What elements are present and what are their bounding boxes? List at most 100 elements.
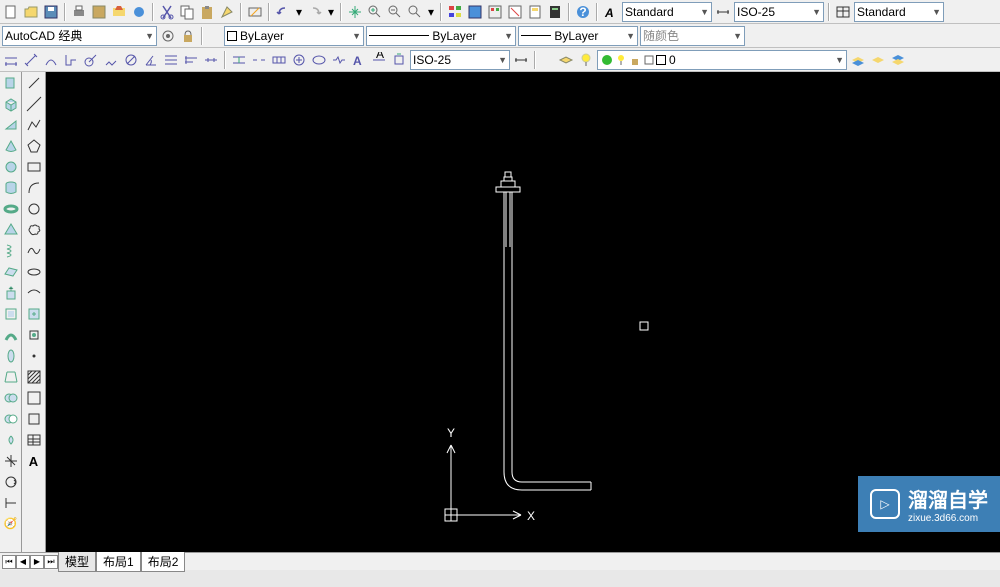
presspull-icon[interactable] xyxy=(2,305,20,323)
polysolid-icon[interactable] xyxy=(2,74,20,92)
helix-icon[interactable] xyxy=(2,242,20,260)
radius-dim-icon[interactable] xyxy=(82,51,100,69)
quickcalc-icon[interactable] xyxy=(526,3,544,21)
revcloud-icon[interactable] xyxy=(25,221,43,239)
workspace-dropdown[interactable]: AutoCAD 经典▼ xyxy=(2,26,157,46)
sphere-icon[interactable] xyxy=(2,158,20,176)
zoom-dropdown[interactable]: ▾ xyxy=(426,3,436,21)
drawing-canvas[interactable]: X Y 👀 ▷ 溜溜自学 zixue.3d66.com xyxy=(46,72,1000,552)
dim-space-icon[interactable] xyxy=(230,51,248,69)
undo-dropdown[interactable]: ▾ xyxy=(294,3,304,21)
line-icon[interactable] xyxy=(25,74,43,92)
publish-icon[interactable] xyxy=(110,3,128,21)
arc-dim-icon[interactable] xyxy=(42,51,60,69)
hatch-icon[interactable] xyxy=(25,368,43,386)
table-icon[interactable] xyxy=(25,431,43,449)
zoom-previous-icon[interactable] xyxy=(406,3,424,21)
tab-next-icon[interactable]: ▶ xyxy=(30,555,44,569)
redo-dropdown[interactable]: ▾ xyxy=(326,3,336,21)
3d-rotate-icon[interactable] xyxy=(2,473,20,491)
help-icon[interactable]: ? xyxy=(574,3,592,21)
layer-color-dropdown[interactable]: ByLayer▼ xyxy=(224,26,364,46)
print-icon[interactable] xyxy=(70,3,88,21)
make-block-icon[interactable] xyxy=(25,326,43,344)
aligned-dim-icon[interactable] xyxy=(22,51,40,69)
loft-icon[interactable] xyxy=(2,368,20,386)
tab-layout1[interactable]: 布局1 xyxy=(96,551,141,572)
center-mark-icon[interactable] xyxy=(290,51,308,69)
zoom-realtime-icon[interactable] xyxy=(366,3,384,21)
xline-icon[interactable] xyxy=(25,95,43,113)
torus-icon[interactable] xyxy=(2,200,20,218)
ellipse-icon[interactable] xyxy=(25,263,43,281)
dimstyle-current-dropdown[interactable]: ISO-25▼ xyxy=(410,50,510,70)
dimstyle-icon[interactable] xyxy=(512,51,530,69)
copy-icon[interactable] xyxy=(178,3,196,21)
tab-layout2[interactable]: 布局2 xyxy=(141,551,186,572)
dim-update-icon[interactable] xyxy=(390,51,408,69)
dim-edit-icon[interactable]: A xyxy=(350,51,368,69)
text-style-dropdown[interactable]: Standard▼ xyxy=(622,2,712,22)
layer-properties-icon[interactable] xyxy=(557,51,575,69)
polyline-icon[interactable] xyxy=(25,116,43,134)
sweep-icon[interactable] xyxy=(2,326,20,344)
rectangle-icon[interactable] xyxy=(25,158,43,176)
ordinate-dim-icon[interactable] xyxy=(62,51,80,69)
layer-states-icon[interactable] xyxy=(889,51,907,69)
dim-style-dropdown[interactable]: ISO-25▼ xyxy=(734,2,824,22)
dim-break-icon[interactable] xyxy=(250,51,268,69)
workspace-lock-icon[interactable] xyxy=(179,27,197,45)
circle-icon[interactable] xyxy=(25,200,43,218)
linetype-dropdown[interactable]: ByLayer▼ xyxy=(366,26,516,46)
plot-preview-icon[interactable] xyxy=(90,3,108,21)
text-style-icon[interactable]: A xyxy=(602,3,620,21)
save-icon[interactable] xyxy=(42,3,60,21)
properties-icon[interactable] xyxy=(446,3,464,21)
sheet-set-icon[interactable] xyxy=(466,3,484,21)
markup-icon[interactable] xyxy=(506,3,524,21)
diameter-dim-icon[interactable] xyxy=(122,51,140,69)
table-style-icon[interactable] xyxy=(834,3,852,21)
intersect-icon[interactable] xyxy=(2,431,20,449)
lineweight-dropdown[interactable]: ByLayer▼ xyxy=(518,26,638,46)
pyramid-icon[interactable] xyxy=(2,221,20,239)
union-icon[interactable] xyxy=(2,389,20,407)
3dprint-icon[interactable] xyxy=(130,3,148,21)
workspace-settings-icon[interactable] xyxy=(159,27,177,45)
tab-last-icon[interactable]: ⏭ xyxy=(44,555,58,569)
cone-icon[interactable] xyxy=(2,137,20,155)
3d-align-icon[interactable] xyxy=(2,494,20,512)
revolve-icon[interactable] xyxy=(2,347,20,365)
angular-dim-icon[interactable] xyxy=(142,51,160,69)
ellipse-arc-icon[interactable] xyxy=(25,284,43,302)
jogged-dim-icon[interactable] xyxy=(102,51,120,69)
extrude-icon[interactable] xyxy=(2,284,20,302)
new-file-icon[interactable] xyxy=(2,3,20,21)
undo-icon[interactable] xyxy=(274,3,292,21)
layer-filter-icon[interactable] xyxy=(577,51,595,69)
dim-style-icon[interactable] xyxy=(714,3,732,21)
table-style-dropdown[interactable]: Standard▼ xyxy=(854,2,944,22)
tolerance-icon[interactable] xyxy=(270,51,288,69)
polygon-icon[interactable] xyxy=(25,137,43,155)
zoom-window-icon[interactable] xyxy=(386,3,404,21)
wedge-icon[interactable] xyxy=(2,116,20,134)
continue-dim-icon[interactable] xyxy=(202,51,220,69)
box-icon[interactable] xyxy=(2,95,20,113)
3d-move-icon[interactable] xyxy=(2,452,20,470)
tab-first-icon[interactable]: ⏮ xyxy=(2,555,16,569)
open-icon[interactable] xyxy=(22,3,40,21)
inspect-icon[interactable] xyxy=(310,51,328,69)
baseline-dim-icon[interactable] xyxy=(182,51,200,69)
mtext-icon[interactable]: A xyxy=(25,452,43,470)
planar-icon[interactable] xyxy=(2,263,20,281)
tool-palettes-icon[interactable] xyxy=(486,3,504,21)
calculator-icon[interactable] xyxy=(546,3,564,21)
match-icon[interactable] xyxy=(218,3,236,21)
plotstyle-dropdown[interactable]: 随颜色▼ xyxy=(640,26,745,46)
block-editor-icon[interactable] xyxy=(246,3,264,21)
pan-icon[interactable] xyxy=(346,3,364,21)
dim-text-edit-icon[interactable]: A xyxy=(370,51,388,69)
layer-previous-icon[interactable] xyxy=(869,51,887,69)
tab-model[interactable]: 模型 xyxy=(58,551,96,572)
